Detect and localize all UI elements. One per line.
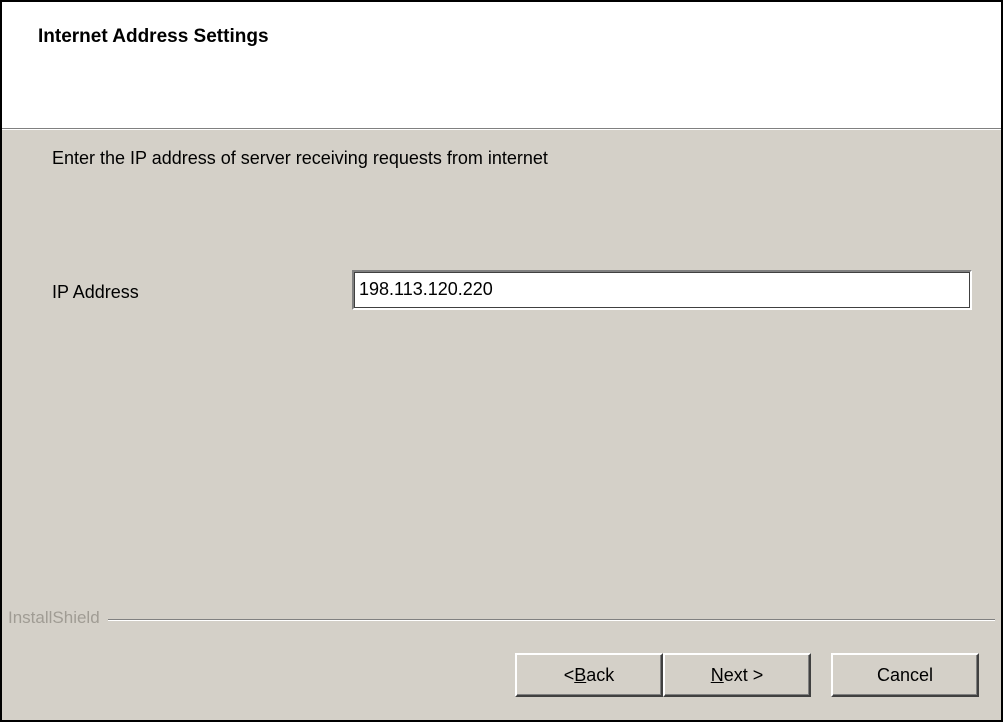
cancel-button[interactable]: Cancel (831, 653, 979, 697)
brand-divider-highlight (8, 620, 995, 621)
instruction-text: Enter the IP address of server receiving… (52, 148, 548, 168)
page-title: Internet Address Settings (38, 26, 269, 47)
next-button-label: ext > (723, 664, 764, 685)
installer-dialog: Internet Address Settings Enter the IP a… (0, 0, 1003, 722)
ip-address-input[interactable]: 198.113.120.220 (352, 270, 972, 310)
dialog-header: Internet Address Settings (2, 2, 1001, 128)
next-button-mnemonic: N (710, 664, 724, 685)
next-button[interactable]: Next > (663, 653, 811, 697)
back-button-label: ack (586, 664, 615, 685)
ip-address-label: IP Address (52, 282, 139, 302)
back-button-prefix: < (563, 664, 575, 685)
back-button-mnemonic: B (574, 664, 587, 685)
installshield-brand-label: InstallShield (8, 608, 108, 628)
back-button[interactable]: < Back (515, 653, 663, 697)
header-divider-highlight (2, 129, 1001, 130)
